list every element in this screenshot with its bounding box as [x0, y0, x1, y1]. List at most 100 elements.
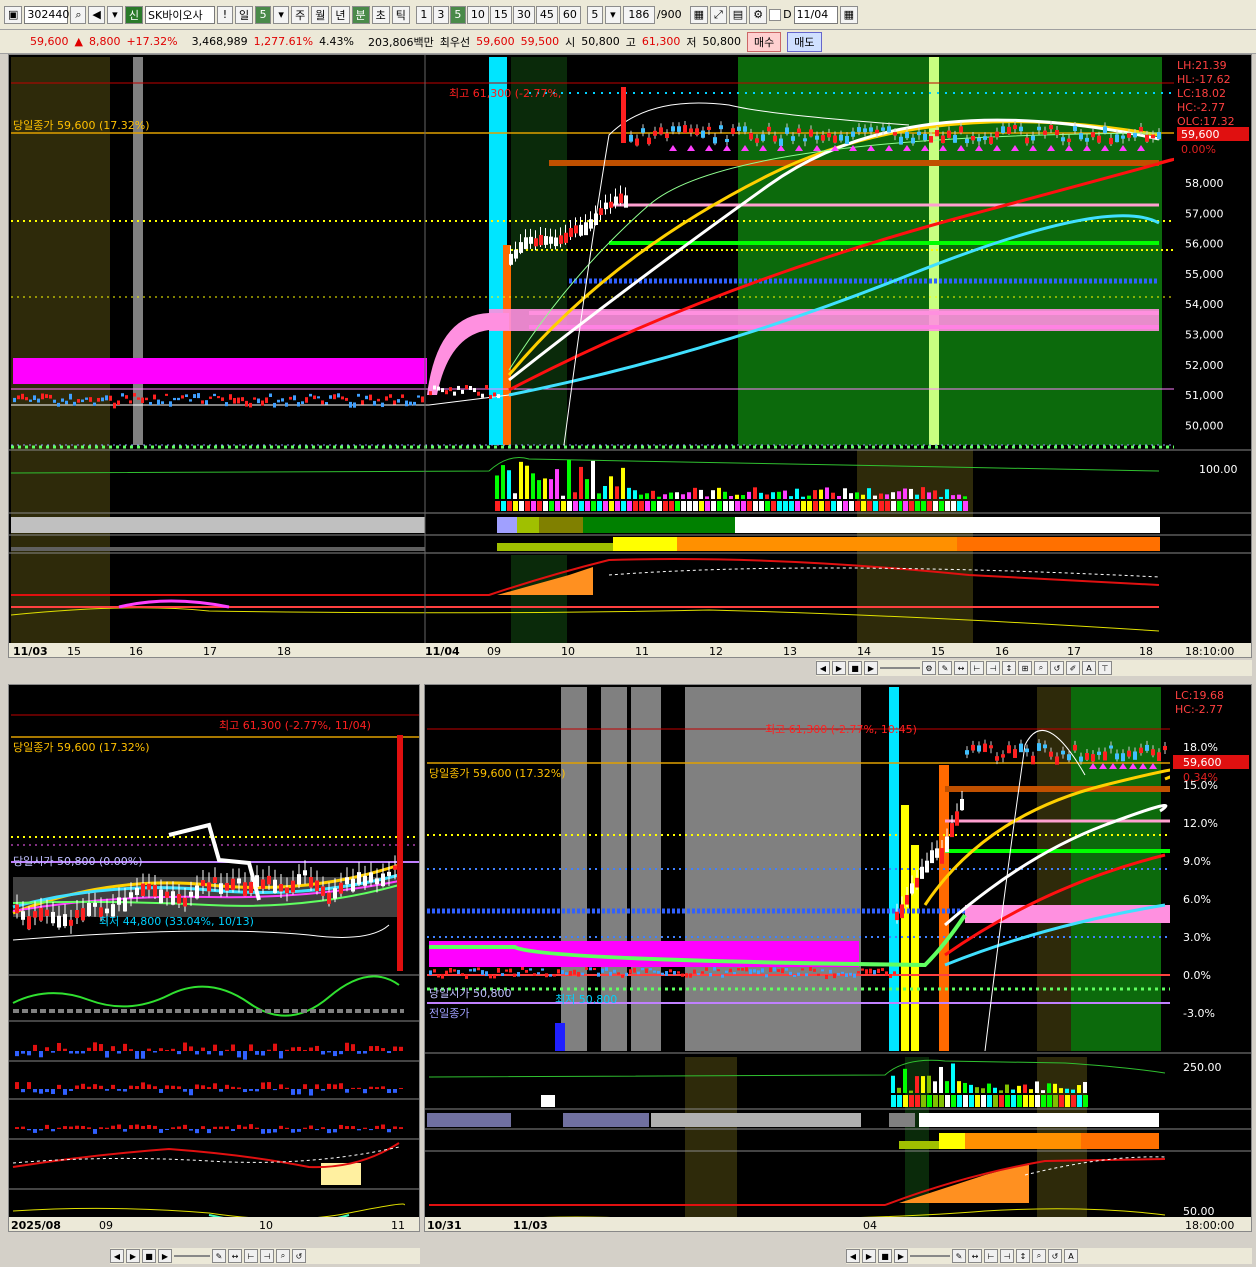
tool-icon[interactable]: ↔	[968, 1249, 982, 1263]
scroll-track[interactable]	[174, 1255, 210, 1257]
candle	[853, 973, 856, 978]
top-chart-pane[interactable]: 당일종가 59,600 (17.32%) 최고 61,300 (-2.77%, …	[8, 54, 1252, 658]
daily-scrollbar[interactable]: ◀ ▶ ■ ▶ ✎ ↔ ⊢ ⊣ ⌕ ↺	[110, 1248, 420, 1264]
magnify-icon[interactable]: ⌕	[1034, 661, 1048, 675]
play-icon[interactable]: ▶	[864, 661, 878, 675]
chart-type-icon[interactable]: ▦	[689, 5, 708, 24]
font-icon[interactable]: A	[1064, 1249, 1078, 1263]
tool-icon[interactable]: ⊣	[260, 1249, 274, 1263]
magnify-icon[interactable]: ⌕	[276, 1249, 290, 1263]
play-icon[interactable]: ▶	[894, 1249, 908, 1263]
candle	[589, 967, 592, 971]
count-field[interactable]: 186	[622, 5, 655, 24]
intraday-scrollbar[interactable]: ◀ ▶ ■ ▶ ✎ ↔ ⊢ ⊣ ↕ ⌕ ↺ A	[846, 1248, 1252, 1264]
tool-icon[interactable]: ✎	[952, 1249, 966, 1263]
scroll-left-icon[interactable]: ◀	[816, 661, 830, 675]
candle	[1115, 134, 1119, 143]
tool-icon[interactable]: ↕	[1016, 1249, 1030, 1263]
save-icon[interactable]: ▤	[728, 5, 748, 24]
tool-icon[interactable]: ⊤	[1098, 661, 1112, 675]
reset-icon[interactable]: ↺	[292, 1249, 306, 1263]
candle	[325, 402, 328, 405]
scroll-track[interactable]	[910, 1255, 950, 1257]
interval-button-1[interactable]: 1	[415, 5, 432, 24]
tool-icon[interactable]: ↕	[1002, 661, 1016, 675]
menu-icon[interactable]: ▾	[106, 5, 123, 24]
candle	[357, 393, 360, 397]
histogram-bar	[135, 1086, 139, 1089]
period-day-button[interactable]: 일	[235, 5, 254, 24]
prev-stock-icon[interactable]: ◀	[88, 5, 105, 24]
tool-icon[interactable]: ⊞	[1018, 661, 1032, 675]
candle	[1031, 755, 1035, 765]
tool-icon[interactable]: ⊢	[244, 1249, 258, 1263]
settings-icon[interactable]: ⚙	[749, 5, 768, 24]
tick-button[interactable]: 틱	[391, 5, 410, 24]
search-icon[interactable]: ⌕	[70, 5, 87, 24]
histogram-bar	[291, 1047, 295, 1051]
scroll-right-icon[interactable]: ▶	[832, 661, 846, 675]
zoom-icon[interactable]: ⚙	[922, 661, 936, 675]
time-label: 18:10:00	[1185, 645, 1234, 658]
scroll-left-icon[interactable]: ◀	[846, 1249, 860, 1263]
week-button[interactable]: 주	[291, 5, 310, 24]
year-button[interactable]: 년	[331, 5, 350, 24]
scroll-left-icon[interactable]: ◀	[110, 1249, 124, 1263]
sell-button[interactable]: 매도	[787, 31, 822, 52]
candle	[1157, 752, 1161, 762]
scroll-right-icon[interactable]: ▶	[862, 1249, 876, 1263]
interval-button-45[interactable]: 45	[535, 5, 558, 24]
time-axis-label: 10/31	[427, 1219, 462, 1232]
calendar-icon[interactable]: ▦	[839, 5, 858, 24]
interval-button-10[interactable]: 10	[466, 5, 489, 24]
font-icon[interactable]: A	[1082, 661, 1096, 675]
tool-icon[interactable]: ⊣	[986, 661, 1000, 675]
interval-button-60[interactable]: 60	[558, 5, 581, 24]
reset-icon[interactable]: ↺	[1050, 661, 1064, 675]
interval-button-30[interactable]: 30	[512, 5, 535, 24]
candle	[465, 385, 468, 390]
second-button[interactable]: 초	[371, 5, 390, 24]
top-scrollbar[interactable]: ◀ ▶ ■ ▶ ⚙ ✎ ↔ ⊢ ⊣ ↕ ⊞ ⌕ ↺ ✐ A ⊤	[816, 660, 1252, 676]
period-num-field[interactable]: 5	[255, 5, 272, 24]
interval-button-15[interactable]: 15	[489, 5, 512, 24]
draw-icon[interactable]: ✐	[1066, 661, 1080, 675]
stop-icon[interactable]: ■	[848, 661, 862, 675]
magnify-icon[interactable]: ⌕	[1032, 1249, 1046, 1263]
candle	[195, 885, 199, 899]
month-button[interactable]: 월	[311, 5, 330, 24]
interval-dropdown-icon[interactable]: ▾	[604, 5, 621, 24]
interval-field[interactable]: 5	[586, 5, 603, 24]
window-icon[interactable]: ▣	[4, 5, 23, 24]
candle	[809, 129, 813, 137]
tool-icon[interactable]: ⊢	[984, 1249, 998, 1263]
tool-icon[interactable]: ↔	[954, 661, 968, 675]
warning-button[interactable]: !	[217, 5, 233, 24]
candle	[947, 130, 951, 138]
buy-button[interactable]: 매수	[747, 31, 782, 52]
tool-icon[interactable]: ↔	[228, 1249, 242, 1263]
stop-icon[interactable]: ■	[142, 1249, 156, 1263]
dropdown-icon[interactable]: ▾	[273, 5, 290, 24]
tool-icon[interactable]: ✎	[212, 1249, 226, 1263]
daily-chart-pane[interactable]: 최고 61,300 (-2.77%, 11/04) 당일종가 59,600 (1…	[8, 684, 420, 1232]
tool-icon[interactable]: ⊢	[970, 661, 984, 675]
draw-tool-icon[interactable]: ⤢	[709, 5, 727, 24]
scroll-right-icon[interactable]: ▶	[126, 1249, 140, 1263]
pct-tag-text: 0.00%	[1181, 143, 1216, 156]
interval-button-3[interactable]: 3	[432, 5, 449, 24]
date-input[interactable]: 11/04	[793, 5, 838, 24]
volume-bar	[711, 490, 715, 499]
stock-code-input[interactable]: 302440	[24, 5, 69, 24]
stop-icon[interactable]: ■	[878, 1249, 892, 1263]
tool-icon[interactable]: ✎	[938, 661, 952, 675]
play-icon[interactable]: ▶	[158, 1249, 172, 1263]
reset-icon[interactable]: ↺	[1048, 1249, 1062, 1263]
scroll-track[interactable]	[880, 667, 920, 669]
minute-button[interactable]: 분	[351, 5, 370, 24]
date-checkbox[interactable]	[769, 8, 782, 21]
intraday-chart-pane[interactable]: 최고 61,300 (-2.77%, 10:45) 당일종가 59,600 (1…	[424, 684, 1252, 1232]
interval-button-5[interactable]: 5	[449, 5, 466, 24]
tool-icon[interactable]: ⊣	[1000, 1249, 1014, 1263]
oscillator-line	[10, 607, 1160, 632]
